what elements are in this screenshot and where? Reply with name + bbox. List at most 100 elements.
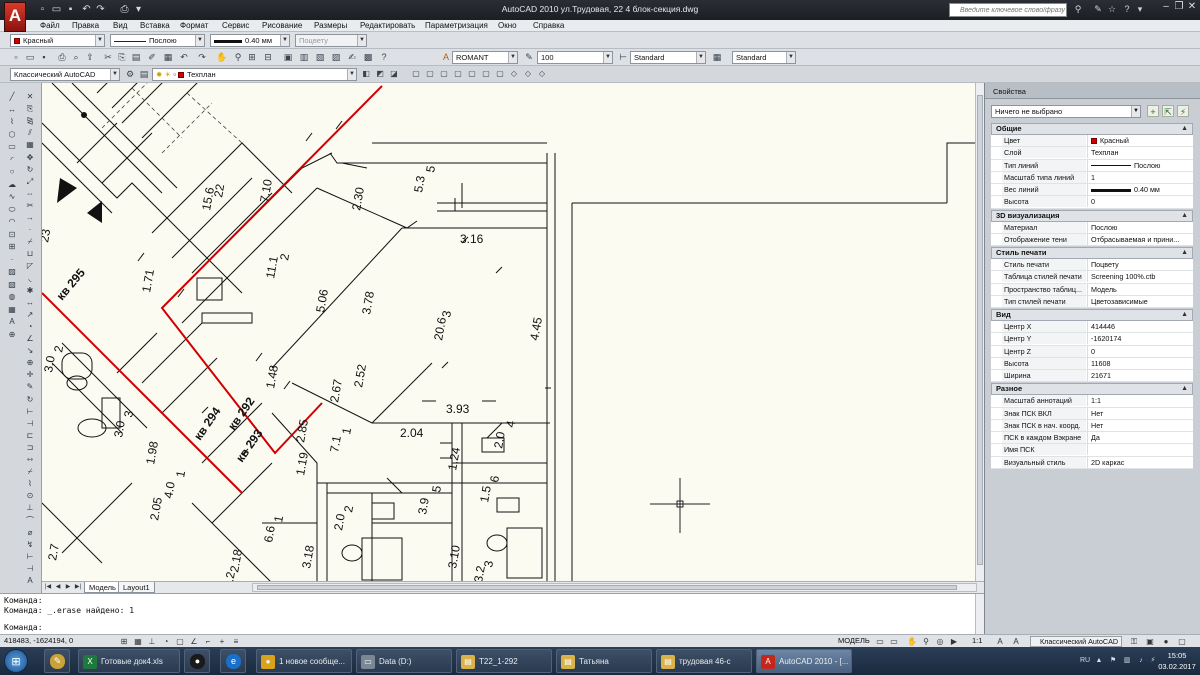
quickcalc-icon[interactable]: ▩: [362, 51, 374, 63]
workspace-switch[interactable]: Классический AutoCAD: [1030, 636, 1122, 647]
cut-icon[interactable]: ✂: [102, 51, 114, 63]
layer-properties-icon[interactable]: ▤: [138, 68, 150, 80]
autocad-logo-icon[interactable]: A: [4, 2, 26, 32]
property-value[interactable]: 1:1: [1087, 395, 1193, 407]
property-value[interactable]: 0: [1087, 196, 1193, 208]
save-icon[interactable]: ▪: [38, 51, 50, 63]
arc-icon[interactable]: ◜: [6, 154, 18, 165]
command-prompt[interactable]: Команда:: [4, 623, 43, 632]
scrollbar-thumb[interactable]: [257, 585, 957, 590]
show-hidden-icon[interactable]: ▲: [1094, 656, 1104, 666]
property-row[interactable]: Таблица стилей печати Screening 100%.ctb: [991, 271, 1193, 284]
layout-icon[interactable]: ▭: [874, 636, 886, 646]
dropdown-icon[interactable]: ▾: [1134, 3, 1146, 16]
ducs-icon[interactable]: ⌐: [202, 636, 214, 646]
menu-window[interactable]: Окно: [498, 21, 517, 30]
restore-icon[interactable]: ❐: [1173, 1, 1185, 13]
join-icon[interactable]: ⊔: [24, 248, 36, 259]
taskbar-item[interactable]: X Готовые док4.xls: [78, 649, 180, 673]
isolate-icon[interactable]: ●: [1160, 636, 1172, 646]
region-icon[interactable]: ◍: [6, 291, 18, 302]
menu-help[interactable]: Справка: [533, 21, 564, 30]
zoom-realtime-icon[interactable]: ⚲: [232, 51, 244, 63]
menu-draw[interactable]: Рисование: [262, 21, 302, 30]
chamfer-icon[interactable]: ◸: [24, 260, 36, 271]
publish-icon[interactable]: ⇪: [84, 51, 96, 63]
revcloud-icon[interactable]: ☁: [6, 179, 18, 190]
menu-file[interactable]: Файл: [40, 21, 60, 30]
chevron-down-icon[interactable]: ▼: [95, 35, 104, 46]
chevron-down-icon[interactable]: ▼: [1131, 106, 1140, 117]
properties-icon[interactable]: ▣: [282, 51, 294, 63]
zoom-previous-icon[interactable]: ⊟: [262, 51, 274, 63]
diameter-icon[interactable]: ⌀: [24, 527, 36, 538]
menu-modify[interactable]: Редактировать: [360, 21, 415, 30]
open-file-icon[interactable]: ▭: [24, 51, 36, 63]
new-file-icon[interactable]: ▫: [10, 51, 22, 63]
property-row[interactable]: Масштаб аннотаций 1:1: [991, 395, 1193, 408]
ordinate-icon[interactable]: ⊥: [24, 502, 36, 513]
property-value[interactable]: 2D каркас: [1087, 456, 1193, 468]
property-row[interactable]: Имя ПСК: [991, 444, 1193, 457]
polar-icon[interactable]: ◔: [160, 636, 172, 646]
property-value[interactable]: -1620174: [1087, 333, 1193, 345]
selection-dropdown[interactable]: Ничего не выбрано ▼: [991, 105, 1141, 118]
view-top-icon[interactable]: ▢: [424, 68, 436, 80]
point-icon[interactable]: ·: [6, 254, 18, 265]
fillet-icon[interactable]: ◟: [24, 273, 36, 284]
design-center-icon[interactable]: ▥: [298, 51, 310, 63]
continue-icon[interactable]: ⊐: [24, 442, 36, 453]
command-window[interactable]: Команда: Команда: _.erase найдено: 1 Ком…: [0, 593, 984, 635]
insert-block-icon[interactable]: ⊡: [6, 229, 18, 240]
dim-style-dropdown[interactable]: Standard ▼: [630, 51, 706, 64]
quick-dim-icon[interactable]: ⊣: [24, 418, 36, 429]
property-value[interactable]: Цветозависимые: [1087, 295, 1193, 307]
table-style-icon[interactable]: ▦: [711, 51, 723, 63]
chevron-down-icon[interactable]: ▼: [696, 52, 705, 63]
array-icon[interactable]: ▦: [24, 139, 36, 150]
dimension-aligned-icon[interactable]: ↗: [24, 309, 36, 320]
property-value[interactable]: Послою: [1087, 159, 1193, 171]
baseline-icon[interactable]: ⊏: [24, 430, 36, 441]
property-section-header[interactable]: Общие ▲: [991, 123, 1193, 135]
inspect-icon[interactable]: ⊙: [24, 490, 36, 501]
auto-scale-icon[interactable]: A: [1010, 636, 1022, 646]
jog-icon[interactable]: ⌇: [24, 478, 36, 489]
dim-style-icon[interactable]: ⊢: [617, 51, 629, 63]
clean-screen-icon[interactable]: ▢: [1176, 636, 1188, 646]
last-tab-icon[interactable]: ▶|: [74, 583, 82, 592]
polygon-icon[interactable]: ⬡: [6, 129, 18, 140]
close-icon[interactable]: ✕: [1186, 1, 1198, 13]
print-icon[interactable]: ⎙: [56, 51, 68, 63]
stretch-icon[interactable]: ⇔: [24, 188, 36, 199]
property-value[interactable]: 0: [1087, 345, 1193, 357]
layer-state-icon[interactable]: ◪: [388, 68, 400, 80]
command-scrollbar[interactable]: [975, 594, 984, 635]
property-value[interactable]: Красный: [1087, 135, 1193, 146]
hatch-icon[interactable]: ▨: [6, 266, 18, 277]
drawing-canvas[interactable]: 22 15.6 2 11.1 3 20.6 5 3.9 6 1.5 4 2.0 …: [42, 83, 984, 581]
dimension-update-icon[interactable]: ↻: [24, 394, 36, 405]
view-front-icon[interactable]: ▢: [480, 68, 492, 80]
collapse-icon[interactable]: ▲: [1181, 310, 1188, 320]
flag-icon[interactable]: ⚑: [1108, 656, 1118, 666]
property-row[interactable]: Материал Послою: [991, 221, 1193, 234]
property-section-header[interactable]: Разное ▲: [991, 383, 1193, 396]
layer-previous-icon[interactable]: ◩: [374, 68, 386, 80]
mirror-icon[interactable]: ⧎: [24, 115, 36, 126]
property-value[interactable]: Да: [1087, 432, 1193, 443]
block-editor-icon[interactable]: ▦: [162, 51, 174, 63]
pinned-app-icon[interactable]: ✎: [44, 649, 70, 673]
layout2-icon[interactable]: ▭: [888, 636, 900, 646]
taskbar-item[interactable]: ▤ T22_1-292: [456, 649, 552, 673]
menu-format[interactable]: Формат: [180, 21, 208, 30]
chevron-down-icon[interactable]: ▼: [786, 52, 795, 63]
gradient-icon[interactable]: ▧: [6, 279, 18, 290]
plotstyle-dropdown[interactable]: Поцвету ▼: [295, 34, 367, 47]
tolerance-icon[interactable]: ⊕: [24, 357, 36, 368]
scale-dropdown[interactable]: 100 ▼: [537, 51, 613, 64]
quick-select-icon[interactable]: ⚡: [1177, 105, 1189, 117]
paste-icon[interactable]: ▤: [130, 51, 142, 63]
property-value[interactable]: Нет: [1087, 419, 1193, 431]
explode-icon[interactable]: ✱: [24, 285, 36, 296]
